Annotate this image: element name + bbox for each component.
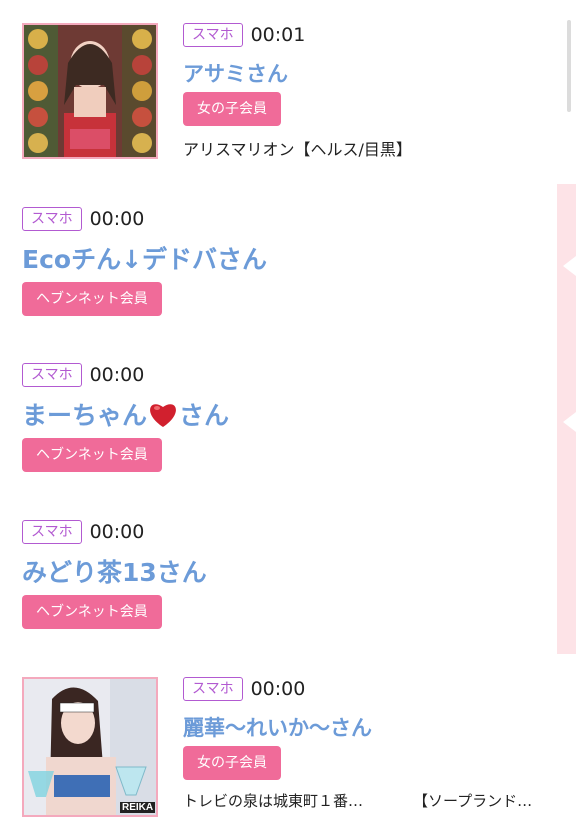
post-row[interactable]: スマホ 00:00 Ecoチん↓デドバさん ヘブンネット会員	[0, 184, 576, 341]
poster-name[interactable]: まーちゃん さん	[22, 396, 229, 432]
post-row[interactable]: スマホ 00:00 みどり茶13さん ヘブンネット会員	[0, 497, 576, 655]
heart-icon	[150, 404, 176, 427]
poster-name[interactable]: アサミさん	[183, 58, 288, 88]
device-badge: スマホ	[183, 23, 243, 47]
side-tab-notch	[563, 412, 576, 432]
poster-name[interactable]: 麗華〜れいか〜さん	[183, 712, 372, 742]
post-time: 00:00	[89, 208, 145, 230]
photo-image	[24, 25, 156, 157]
member-type-badge: ヘブンネット会員	[22, 282, 162, 316]
member-type-badge: 女の子会員	[183, 92, 281, 126]
member-type-badge: 女の子会員	[183, 746, 281, 780]
device-badge: スマホ	[22, 207, 82, 231]
device-badge: スマホ	[183, 677, 243, 701]
side-tab-notch	[563, 256, 576, 276]
poster-name-prefix: まーちゃん	[22, 401, 148, 430]
shop-location[interactable]: トレビの泉は城東町１番…	[183, 790, 363, 811]
profile-photo[interactable]: REIKA	[22, 677, 158, 817]
scrollbar[interactable]	[567, 20, 571, 112]
post-time: 00:00	[89, 364, 145, 386]
member-type-badge: ヘブンネット会員	[22, 595, 162, 629]
poster-name[interactable]: Ecoチん↓デドバさん	[22, 240, 267, 276]
post-time: 00:00	[250, 678, 306, 700]
device-badge: スマホ	[22, 520, 82, 544]
post-row[interactable]: スマホ 00:01 アサミさん 女の子会員 アリスマリオン【ヘルス/目黒】	[0, 0, 576, 185]
shop-info[interactable]: アリスマリオン【ヘルス/目黒】	[183, 136, 412, 160]
member-type-badge: ヘブンネット会員	[22, 438, 162, 472]
photo-caption: REIKA	[120, 802, 156, 813]
profile-photo[interactable]	[22, 23, 158, 159]
post-time: 00:01	[250, 24, 306, 46]
photo-image	[24, 679, 156, 815]
shop-category[interactable]: 【ソープランド…	[413, 790, 532, 811]
poster-name[interactable]: みどり茶13さん	[22, 553, 207, 589]
device-badge: スマホ	[22, 363, 82, 387]
poster-name-suffix: さん	[179, 401, 230, 430]
post-row[interactable]: REIKA スマホ 00:00 麗華〜れいか〜さん 女の子会員 トレビの泉は城東…	[0, 654, 576, 837]
post-row[interactable]: スマホ 00:00 まーちゃん さん ヘブンネット会員	[0, 340, 576, 498]
post-time: 00:00	[89, 521, 145, 543]
